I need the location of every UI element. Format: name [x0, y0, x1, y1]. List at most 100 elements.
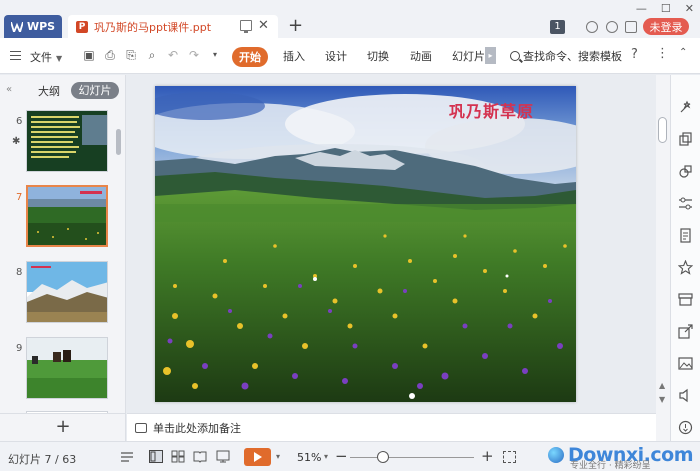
grid-icon[interactable] [625, 21, 637, 33]
tab-insert[interactable]: 插入 [283, 48, 305, 64]
slide-number: 8 [16, 267, 23, 278]
thumbnail-image [27, 338, 107, 398]
tab-design[interactable]: 设计 [325, 48, 347, 64]
current-slide[interactable]: 巩乃斯草原 [155, 86, 576, 402]
zoom-slider-handle[interactable] [377, 451, 389, 463]
tab-slideshow[interactable]: 幻灯片 [452, 48, 485, 64]
notes-view-icon[interactable] [120, 450, 134, 463]
undo-icon[interactable]: ↶ [166, 48, 180, 62]
fit-window-icon[interactable] [503, 451, 516, 463]
slide-panel: « 大纲 幻灯片 6 ✱ 7 8 9 + [0, 75, 126, 441]
more-options-icon[interactable]: ⋮ [656, 46, 669, 61]
share-out-icon[interactable] [678, 324, 693, 339]
chevron-down-icon[interactable]: ▾ [276, 452, 280, 461]
reading-view-icon[interactable] [193, 450, 207, 463]
document-icon[interactable] [678, 228, 693, 243]
slide-indicator: 幻灯片 7 / 63 [8, 453, 77, 466]
slide-sorter-icon[interactable] [171, 450, 185, 463]
wps-logo-icon [10, 21, 23, 32]
chevron-down-icon: ▼ [56, 54, 63, 63]
slide-thumbnail[interactable] [26, 110, 108, 172]
close-window-icon[interactable]: ✕ [685, 2, 694, 15]
minimize-icon[interactable]: — [636, 2, 647, 15]
thumbnail-image [27, 262, 107, 322]
settings-sliders-icon[interactable] [678, 196, 693, 211]
slide-title[interactable]: 巩乃斯草原 [449, 98, 534, 122]
ppt-file-icon: P [76, 20, 88, 33]
panel-scrollbar[interactable] [116, 129, 121, 155]
wps-home-tab[interactable]: WPS [4, 15, 62, 38]
grassland-photo [155, 86, 576, 402]
document-tab[interactable]: P 巩乃斯的马ppt课件.ppt ✕ [68, 15, 278, 38]
right-sidebar [670, 75, 700, 441]
wps-tab-label: WPS [26, 20, 56, 33]
status-bar: 幻灯片 7 / 63 ▾ 51% ▾ − + Downxi.com 专业全行 ·… [0, 441, 700, 471]
zoom-out-button[interactable]: − [335, 447, 348, 465]
maximize-icon[interactable]: ☐ [661, 2, 671, 15]
slide-number: 7 [16, 192, 23, 203]
thumbnail-image [28, 187, 106, 245]
presenter-view-icon[interactable] [216, 450, 230, 463]
slide-thumbnail[interactable] [26, 261, 108, 323]
ribbon-toolbar: 文件 ▼ ▣ ⎙ ⎘ ⌕ ↶ ↷ ▾ 开始 插入 设计 切换 动画 幻灯片 ▸ 查… [0, 38, 700, 74]
file-menu[interactable]: 文件 ▼ [30, 49, 62, 65]
notes-icon [135, 422, 147, 433]
new-tab-button[interactable]: + [288, 15, 303, 37]
star-icon[interactable] [678, 260, 693, 275]
skin-icon[interactable] [586, 21, 598, 33]
tab-transition[interactable]: 切换 [367, 48, 389, 64]
login-label: 未登录 [649, 20, 683, 34]
play-slideshow-button[interactable] [244, 448, 271, 466]
normal-view-icon[interactable] [149, 450, 163, 463]
magic-icon[interactable] [678, 100, 693, 115]
customize-caret-icon[interactable]: ▾ [208, 48, 222, 62]
notification-badge[interactable]: 1 [550, 20, 565, 34]
window-controls: — ☐ ✕ [636, 2, 694, 15]
slide-thumbnail[interactable] [26, 337, 108, 399]
help-icon[interactable]: ? [631, 47, 638, 62]
tab-outline[interactable]: 大纲 [38, 83, 60, 99]
zoom-in-button[interactable]: + [481, 447, 494, 465]
copy-icon[interactable] [678, 132, 693, 147]
scrollbar-thumb[interactable] [658, 117, 667, 143]
notes-area[interactable]: 单击此处添加备注 [127, 413, 656, 441]
command-search[interactable]: 查找命令、搜索模板 [510, 48, 622, 64]
zoom-level[interactable]: 51% [297, 451, 321, 464]
collapse-panel-icon[interactable]: « [6, 84, 12, 95]
add-slide-button[interactable]: + [0, 413, 126, 441]
scroll-down-icon[interactable]: ▼ [659, 395, 665, 404]
audio-icon[interactable] [678, 388, 693, 403]
slide-canvas: 巩乃斯草原 [127, 75, 658, 413]
more-tabs-icon[interactable]: ▸ [485, 47, 496, 64]
login-button[interactable]: 未登录 [643, 18, 689, 35]
thumbnail-image [27, 111, 107, 171]
slide-thumbnail-active[interactable] [26, 185, 108, 247]
search-icon [510, 51, 520, 61]
tab-slides[interactable]: 幻灯片 [71, 82, 119, 99]
export-pdf-icon[interactable]: ⎙ [103, 48, 117, 62]
file-menu-label: 文件 [30, 51, 52, 64]
redo-icon[interactable]: ↷ [187, 48, 201, 62]
tab-animation[interactable]: 动画 [410, 48, 432, 64]
save-icon[interactable]: ▣ [82, 48, 96, 62]
share-icon[interactable] [606, 21, 618, 33]
slide-number: 9 [16, 343, 23, 354]
help-circle-icon[interactable] [678, 420, 693, 435]
tab-home[interactable]: 开始 [232, 47, 268, 67]
print-preview-icon[interactable]: ⌕ [145, 48, 159, 62]
star-icon: ✱ [12, 136, 21, 147]
collapse-ribbon-icon[interactable]: ⌃ [679, 47, 687, 58]
zoom-slider-track[interactable] [350, 457, 474, 458]
shapes-icon[interactable] [678, 164, 693, 179]
zoom-menu-icon[interactable]: ▾ [324, 452, 328, 461]
monitor-icon[interactable] [240, 20, 252, 33]
watermark-subtitle: 专业全行 · 精彩纷呈 [570, 461, 651, 471]
notes-placeholder: 单击此处添加备注 [153, 421, 241, 435]
close-tab-icon[interactable]: ✕ [258, 18, 269, 33]
hamburger-menu-icon[interactable] [10, 51, 21, 60]
archive-icon[interactable] [678, 292, 693, 307]
print-icon[interactable]: ⎘ [124, 48, 138, 62]
scroll-up-icon[interactable]: ▲ [659, 381, 665, 390]
image-icon[interactable] [678, 356, 693, 371]
canvas-scrollbar[interactable]: ▲ ▼ [656, 75, 670, 441]
